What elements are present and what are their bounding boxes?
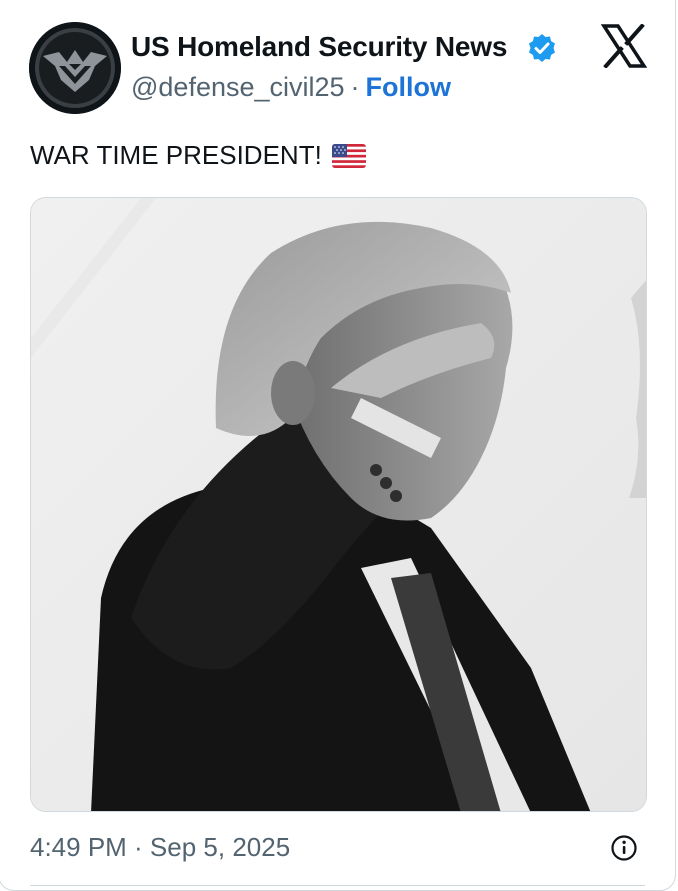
separator-dot: · <box>350 72 360 102</box>
saluting-man-photo-icon <box>31 198 646 811</box>
post-text: WAR TIME PRESIDENT! <box>30 140 366 171</box>
divider <box>30 885 645 886</box>
post-media-photo[interactable] <box>30 197 647 812</box>
post-text-content: WAR TIME PRESIDENT! <box>30 140 322 170</box>
follow-button[interactable]: Follow <box>366 72 451 102</box>
post-timestamp[interactable]: 4:49 PM · Sep 5, 2025 <box>30 832 290 863</box>
verified-badge-icon <box>526 32 558 64</box>
info-icon[interactable] <box>610 834 638 862</box>
avatar[interactable] <box>29 22 121 114</box>
author-display-name[interactable]: US Homeland Security News <box>131 31 507 63</box>
us-flag-emoji-icon <box>331 143 366 168</box>
author-handle[interactable]: @defense_civil25 <box>131 72 345 102</box>
x-logo-icon[interactable] <box>601 24 647 68</box>
eagle-shield-logo-icon <box>29 22 121 114</box>
handle-row: @defense_civil25 · Follow <box>131 72 451 103</box>
